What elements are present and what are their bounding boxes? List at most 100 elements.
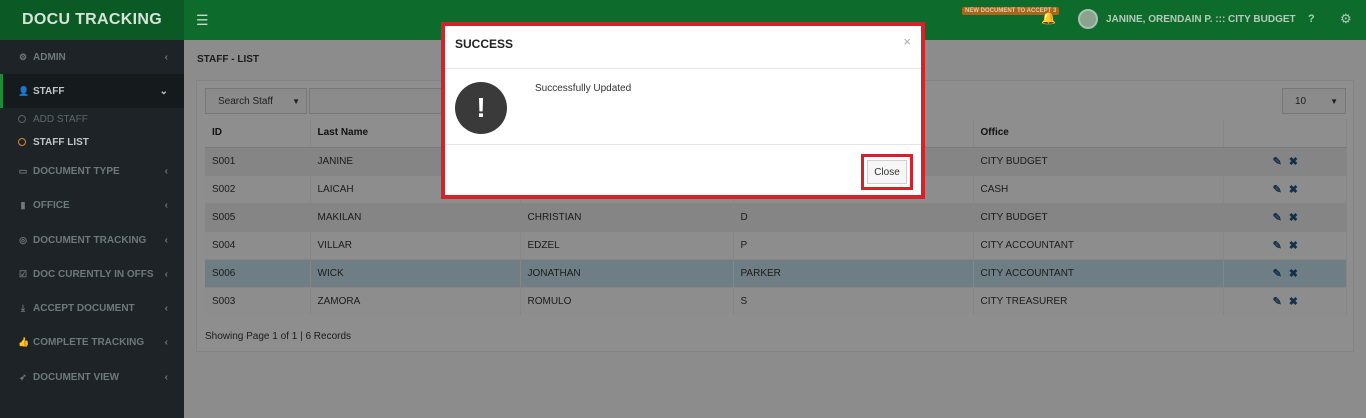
cell-middle-name: D — [733, 202, 974, 231]
app-title: DOCU TRACKING — [0, 0, 184, 40]
table-row[interactable]: S005 MAKILAN CHRISTIAN D CITY BUDGET ✎ ✖ — [205, 202, 1347, 231]
delete-icon[interactable]: ✖ — [1289, 267, 1298, 280]
gear-icon: ⚙ — [18, 51, 28, 62]
column-header-office[interactable]: Office — [973, 119, 1224, 148]
cell-id: S001 — [205, 146, 311, 175]
user-icon: 👤 — [18, 85, 30, 96]
cell-first-name: CHRISTIAN — [520, 202, 734, 231]
search-input[interactable] — [309, 88, 443, 114]
delete-icon[interactable]: ✖ — [1289, 211, 1298, 224]
chevron-left-icon: ‹ — [164, 302, 168, 314]
help-button[interactable]: ? — [1308, 13, 1315, 25]
table-row[interactable]: S003 ZAMORA ROMULO S CITY TREASURER ✎ ✖ — [205, 286, 1347, 315]
bell-icon[interactable]: 🔔 — [1041, 11, 1056, 27]
edit-icon[interactable]: ✎ — [1273, 239, 1282, 252]
sidebar-item-label: DOC CURENTLY IN OFFS — [33, 268, 154, 280]
user-name[interactable]: JANINE, ORENDAIN P. ::: CITY BUDGET — [1106, 14, 1296, 25]
cell-id: S004 — [205, 230, 311, 259]
cell-id: S006 — [205, 258, 311, 287]
sidebar-item-label: DOCUMENT TYPE — [33, 165, 120, 177]
sidebar-subitem-staff-list[interactable]: STAFF LIST — [0, 132, 184, 152]
building-icon: ▮ — [20, 199, 26, 210]
cell-last-name: ZAMORA — [310, 286, 521, 315]
cell-last-name: VILLAR — [310, 230, 521, 259]
settings-icon[interactable]: ⚙ — [1340, 11, 1352, 27]
chevron-left-icon: ‹ — [164, 199, 168, 211]
table-row[interactable]: S004 VILLAR EDZEL P CITY ACCOUNTANT ✎ ✖ — [205, 230, 1347, 259]
sidebar-item-label: COMPLETE TRACKING — [33, 336, 145, 348]
sidebar-item-staff[interactable]: 👤 STAFF ⌄ — [0, 74, 184, 108]
sidebar-subitem-label: STAFF LIST — [33, 136, 89, 148]
cell-middle-name: PARKER — [733, 258, 974, 287]
cell-first-name: ROMULO — [520, 286, 734, 315]
sidebar-item-accept-document[interactable]: ⤓ ACCEPT DOCUMENT ‹ — [0, 291, 184, 325]
sidebar-item-admin[interactable]: ⚙ ADMIN ‹ — [0, 40, 184, 74]
sidebar-item-doc-currently-in-offs[interactable]: ☑ DOC CURENTLY IN OFFS ‹ — [0, 257, 184, 291]
delete-icon[interactable]: ✖ — [1289, 155, 1298, 168]
cell-office: CITY ACCOUNTANT — [973, 230, 1224, 259]
sidebar-item-label: ACCEPT DOCUMENT — [33, 302, 135, 314]
edit-icon[interactable]: ✎ — [1273, 211, 1282, 224]
sidebar-subitem-add-staff[interactable]: ADD STAFF — [0, 109, 184, 129]
modal-title: SUCCESS — [455, 37, 514, 51]
page-title: STAFF - LIST — [197, 54, 260, 65]
sidebar-item-document-type[interactable]: ▭ DOCUMENT TYPE ‹ — [0, 154, 184, 188]
exclamation-icon: ! — [455, 82, 507, 134]
chevron-left-icon: ‹ — [164, 268, 168, 280]
cell-office: CITY TREASURER — [973, 286, 1224, 315]
row-actions: ✎ ✖ — [1223, 258, 1347, 287]
cell-first-name: EDZEL — [520, 230, 734, 259]
sidebar-item-label: DOCUMENT TRACKING — [33, 234, 147, 246]
cell-id: S003 — [205, 286, 311, 315]
row-actions: ✎ ✖ — [1223, 230, 1347, 259]
row-actions: ✎ ✖ — [1223, 174, 1347, 203]
cell-id: S005 — [205, 202, 311, 231]
edit-icon[interactable]: ✎ — [1273, 155, 1282, 168]
cell-middle-name: S — [733, 286, 974, 315]
success-modal: SUCCESS × ! Successfully Updated Close — [441, 22, 925, 199]
delete-icon[interactable]: ✖ — [1289, 295, 1298, 308]
cell-office: CITY BUDGET — [973, 202, 1224, 231]
cell-id: S002 — [205, 174, 311, 203]
delete-icon[interactable]: ✖ — [1289, 239, 1298, 252]
thumbs-up-icon: 👍 — [18, 336, 30, 347]
sidebar-item-document-view[interactable]: ➶ DOCUMENT VIEW ‹ — [0, 360, 184, 394]
chevron-left-icon: ‹ — [164, 336, 168, 348]
cell-last-name: MAKILAN — [310, 202, 521, 231]
pagination-info: Showing Page 1 of 1 | 6 Records — [205, 331, 352, 342]
divider — [445, 68, 921, 69]
table-row-highlighted[interactable]: S006 WICK JONATHAN PARKER CITY ACCOUNTAN… — [205, 258, 1347, 287]
row-actions: ✎ ✖ — [1223, 146, 1347, 175]
chevron-left-icon: ‹ — [164, 371, 168, 383]
column-header-id[interactable]: ID — [205, 119, 311, 148]
page-length-value: 10 — [1295, 95, 1307, 107]
edit-icon[interactable]: ✎ — [1273, 183, 1282, 196]
cell-office: CITY ACCOUNTANT — [973, 258, 1224, 287]
circle-icon — [18, 115, 26, 123]
row-actions: ✎ ✖ — [1223, 202, 1347, 231]
cell-office: CITY BUDGET — [973, 146, 1224, 175]
sidebar: ⚙ ADMIN ‹ 👤 STAFF ⌄ ADD STAFF STAFF LIST… — [0, 40, 184, 418]
column-header-actions — [1223, 119, 1347, 148]
close-icon[interactable]: × — [903, 34, 911, 49]
check-square-icon: ☑ — [18, 268, 28, 279]
rocket-icon: ➶ — [19, 371, 27, 382]
row-actions: ✎ ✖ — [1223, 286, 1347, 315]
target-icon: ◎ — [19, 234, 27, 245]
search-field-value: Search Staff — [218, 95, 273, 107]
delete-icon[interactable]: ✖ — [1289, 183, 1298, 196]
menu-toggle-icon[interactable]: ☰ — [196, 12, 209, 29]
sidebar-item-label: ADMIN — [33, 51, 66, 63]
folder-icon: ▭ — [18, 165, 28, 176]
sidebar-item-office[interactable]: ▮ OFFICE ‹ — [0, 188, 184, 222]
page-length-select[interactable]: 10 ▼ — [1282, 88, 1346, 114]
sidebar-item-document-tracking[interactable]: ◎ DOCUMENT TRACKING ‹ — [0, 223, 184, 257]
sidebar-item-complete-tracking[interactable]: 👍 COMPLETE TRACKING ‹ — [0, 325, 184, 359]
close-button[interactable]: Close — [867, 160, 907, 184]
edit-icon[interactable]: ✎ — [1273, 295, 1282, 308]
avatar[interactable] — [1078, 9, 1098, 29]
edit-icon[interactable]: ✎ — [1273, 267, 1282, 280]
search-field-select[interactable]: Search Staff ▼ — [205, 88, 307, 114]
chevron-left-icon: ‹ — [164, 234, 168, 246]
caret-down-icon: ▼ — [292, 96, 300, 106]
